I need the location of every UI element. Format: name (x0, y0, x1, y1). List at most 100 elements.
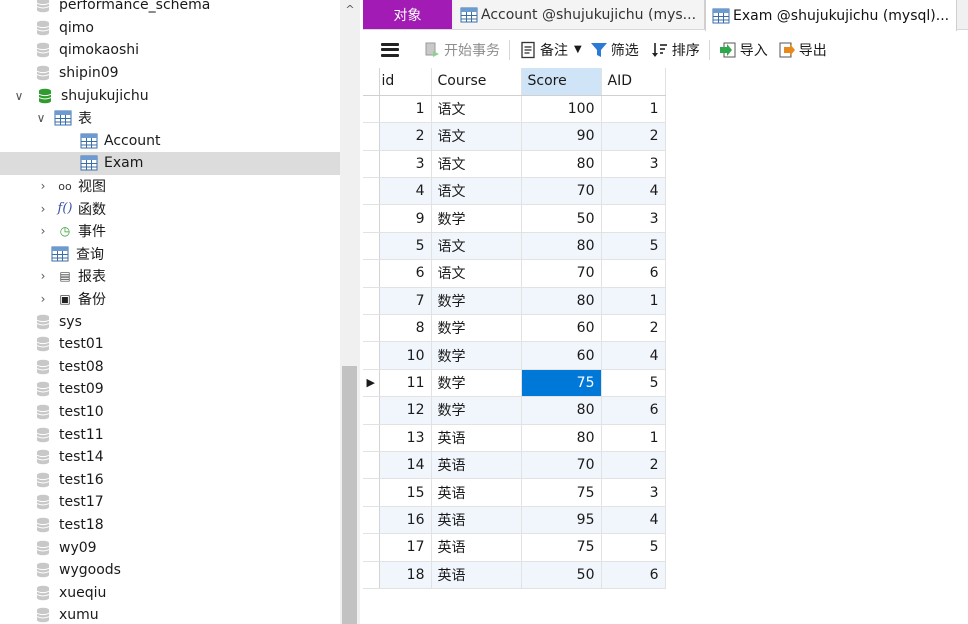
cell-course[interactable]: 英语 (431, 424, 522, 452)
chevron-down-icon[interactable]: ∨ (34, 111, 48, 125)
row-marker[interactable] (363, 478, 380, 507)
tab-objects[interactable]: 对象 (363, 0, 452, 29)
table-row[interactable]: 1 语文 100 1 (363, 95, 666, 124)
row-marker[interactable] (363, 314, 380, 343)
cell-course[interactable]: 数学 (431, 314, 522, 343)
row-marker[interactable] (363, 561, 380, 589)
cell-aid[interactable]: 5 (601, 369, 666, 398)
tree-scrollbar[interactable]: ^ (340, 0, 360, 624)
table-row[interactable]: 4 语文 70 4 (363, 177, 666, 206)
memo-button[interactable]: 备注 ▼ (519, 40, 582, 60)
cell-id[interactable]: 5 (379, 232, 432, 261)
tree-item[interactable]: qimokaoshi (0, 39, 340, 62)
cell-aid[interactable]: 6 (601, 259, 666, 288)
cell-score[interactable]: 95 (521, 506, 602, 535)
table-row[interactable]: 9 数学 50 3 (363, 204, 666, 233)
menu-icon[interactable] (381, 42, 399, 57)
table-row[interactable]: 6 语文 70 6 (363, 259, 666, 288)
cell-id[interactable]: 16 (379, 506, 432, 535)
tree-item[interactable]: performance_schema (0, 0, 340, 17)
cell-course[interactable]: 语文 (431, 232, 522, 261)
cell-score[interactable]: 80 (521, 232, 602, 261)
cell-score[interactable]: 60 (521, 341, 602, 370)
cell-id[interactable]: 12 (379, 396, 432, 425)
tree-item[interactable]: test09 (0, 378, 340, 401)
cell-id[interactable]: 7 (379, 287, 432, 316)
table-row[interactable]: 7 数学 80 1 (363, 287, 666, 316)
cell-course[interactable]: 英语 (431, 561, 522, 589)
cell-aid[interactable]: 2 (601, 122, 666, 151)
filter-button[interactable]: 筛选 (590, 40, 639, 60)
table-row[interactable]: 10 数学 60 4 (363, 341, 666, 370)
cell-course[interactable]: 数学 (431, 204, 522, 233)
cell-id[interactable]: 15 (379, 478, 432, 507)
tree-item[interactable]: ∨ 表 (0, 107, 340, 130)
cell-aid[interactable]: 2 (601, 451, 666, 480)
chevron-right-icon[interactable]: › (36, 179, 50, 193)
row-marker[interactable] (363, 259, 380, 288)
cell-aid[interactable]: 4 (601, 177, 666, 206)
table-row[interactable]: 15 英语 75 3 (363, 478, 666, 507)
scroll-up-arrow-icon[interactable]: ^ (340, 0, 360, 20)
row-marker[interactable] (363, 533, 380, 562)
cell-score[interactable]: 90 (521, 122, 602, 151)
cell-course[interactable]: 英语 (431, 451, 522, 480)
cell-score[interactable]: 75 (521, 369, 602, 398)
tree-item[interactable]: test08 (0, 356, 340, 379)
chevron-right-icon[interactable]: › (36, 292, 50, 306)
tree-scrollbar-thumb[interactable] (342, 366, 357, 624)
cell-id[interactable]: 6 (379, 259, 432, 288)
tree-item[interactable]: wy09 (0, 536, 340, 559)
row-marker[interactable] (363, 424, 380, 452)
begin-transaction-button[interactable]: 开始事务 (423, 40, 500, 60)
column-header-id[interactable]: id (379, 68, 432, 96)
row-marker[interactable] (363, 204, 380, 233)
cell-aid[interactable]: 2 (601, 314, 666, 343)
tree-item[interactable]: test11 (0, 423, 340, 446)
cell-score[interactable]: 100 (521, 95, 602, 124)
cell-score[interactable]: 50 (521, 204, 602, 233)
tree-item[interactable]: test17 (0, 491, 340, 514)
chevron-right-icon[interactable]: › (36, 224, 50, 238)
table-row[interactable]: 13 英语 80 1 (363, 424, 666, 452)
cell-course[interactable]: 数学 (431, 287, 522, 316)
cell-id[interactable]: 11 (379, 369, 432, 398)
row-marker[interactable] (363, 232, 380, 261)
cell-aid[interactable]: 4 (601, 341, 666, 370)
cell-aid[interactable]: 5 (601, 533, 666, 562)
cell-score[interactable]: 80 (521, 287, 602, 316)
export-button[interactable]: 导出 (778, 40, 827, 60)
cell-aid[interactable]: 1 (601, 287, 666, 316)
row-marker[interactable] (363, 95, 380, 124)
table-row[interactable]: 18 英语 50 6 (363, 561, 666, 589)
tree-item[interactable]: test16 (0, 469, 340, 492)
cell-aid[interactable]: 3 (601, 150, 666, 179)
table-row[interactable]: 5 语文 80 5 (363, 232, 666, 261)
cell-aid[interactable]: 1 (601, 424, 666, 452)
row-marker[interactable] (363, 287, 380, 316)
cell-score[interactable]: 80 (521, 150, 602, 179)
cell-id[interactable]: 13 (379, 424, 432, 452)
cell-course[interactable]: 语文 (431, 177, 522, 206)
table-row[interactable]: 12 数学 80 6 (363, 396, 666, 425)
row-marker[interactable] (363, 451, 380, 480)
cell-id[interactable]: 9 (379, 204, 432, 233)
row-marker[interactable] (363, 122, 380, 151)
current-row-arrow-icon[interactable]: ▶ (363, 369, 380, 398)
row-marker[interactable] (363, 506, 380, 535)
cell-course[interactable]: 语文 (431, 150, 522, 179)
row-marker[interactable] (363, 177, 380, 206)
tree-item[interactable]: 查询 (0, 243, 340, 266)
table-row[interactable]: ▶ 11 数学 75 5 (363, 369, 666, 398)
cell-id[interactable]: 17 (379, 533, 432, 562)
cell-aid[interactable]: 6 (601, 561, 666, 589)
import-button[interactable]: 导入 (719, 40, 768, 60)
cell-course[interactable]: 语文 (431, 95, 522, 124)
cell-score[interactable]: 75 (521, 533, 602, 562)
cell-score[interactable]: 60 (521, 314, 602, 343)
row-marker[interactable] (363, 150, 380, 179)
cell-score[interactable]: 80 (521, 396, 602, 425)
tree-item[interactable]: › oo 视图 (0, 175, 340, 198)
tab-account-table[interactable]: Account @shujukujichu (mys... (454, 0, 705, 29)
cell-id[interactable]: 10 (379, 341, 432, 370)
